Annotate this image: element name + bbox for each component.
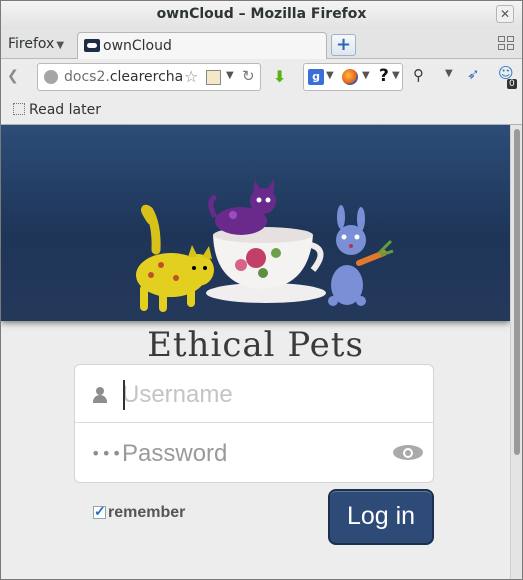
bookmarks-toolbar: Read later [1, 95, 522, 125]
username-field [75, 365, 433, 423]
browser-window: ownCloud – Mozilla Firefox ✕ Firefox ▼ ow… [0, 0, 523, 580]
title-bar: ownCloud – Mozilla Firefox ✕ [1, 1, 522, 29]
bookmark-read-later[interactable]: Read later [13, 102, 101, 118]
chevron-down-icon: ▼ [56, 40, 65, 51]
checkbox-checked-icon[interactable] [93, 503, 106, 520]
chevron-down-icon[interactable]: ▼ [392, 70, 400, 81]
owncloud-favicon-icon [84, 39, 100, 52]
chevron-down-icon[interactable]: ▼ [362, 70, 370, 81]
scrollbar-thumb[interactable] [514, 129, 520, 455]
login-form: ••• [74, 364, 434, 483]
url-prefix: docs2. [64, 69, 110, 85]
google-search-icon[interactable]: g [308, 69, 324, 85]
show-password-eye-icon[interactable] [393, 443, 423, 461]
url-history-chevron-icon[interactable]: ▼ [226, 70, 234, 81]
password-input[interactable] [122, 436, 377, 472]
password-field: ••• [75, 424, 433, 482]
extension-badge: 0 [507, 79, 517, 89]
feed-icon[interactable] [206, 70, 221, 85]
chevron-down-icon[interactable]: ▼ [445, 68, 453, 79]
yellow-cat-figure [136, 204, 214, 312]
globe-icon [44, 70, 58, 84]
purple-cat-figure [208, 179, 276, 235]
tab-owncloud[interactable]: ownCloud [77, 32, 327, 60]
bookmark-label: Read later [29, 102, 101, 118]
chevron-down-icon[interactable]: ▼ [326, 70, 334, 81]
window-title: ownCloud – Mozilla Firefox [156, 6, 367, 22]
brand-title: Ethical Pets [147, 325, 364, 365]
blue-bunny-figure [328, 205, 394, 306]
search-engines-box[interactable]: g ▼ ▼ ? ▼ [303, 63, 403, 91]
ethical-pets-illustration [136, 179, 394, 312]
back-arrow-icon[interactable]: ❮ [7, 68, 19, 84]
url-text[interactable]: docs2.clearerchar [64, 69, 184, 85]
navigation-toolbar: ❮ docs2.clearerchar ☆ ▼ ↻ ⬇ g ▼ ▼ ? ▼ ⚲ … [1, 59, 522, 95]
reload-icon[interactable]: ↻ [242, 67, 255, 85]
new-tab-button[interactable]: + [331, 34, 356, 56]
page-scrollbar[interactable] [510, 125, 522, 579]
password-dots-icon: ••• [91, 444, 123, 463]
cursor-select-icon[interactable]: ➶ [467, 65, 480, 83]
remember-label: remember [108, 504, 186, 521]
page-content: Ethical Pets ••• remember Log in [1, 125, 510, 579]
username-input[interactable] [122, 377, 377, 413]
login-button[interactable]: Log in [328, 489, 434, 545]
user-icon [93, 387, 107, 403]
tab-title: ownCloud [103, 38, 172, 54]
bookmark-star-icon[interactable]: ☆ [184, 67, 198, 86]
help-icon[interactable]: ? [379, 66, 389, 86]
url-host: clearerchar [109, 69, 184, 85]
tab-groups-icon[interactable] [498, 36, 515, 51]
extension-button[interactable]: ☺ 0 [498, 64, 518, 90]
text-caret [123, 380, 125, 410]
firefox-search-icon[interactable] [342, 69, 358, 85]
download-arrow-icon[interactable]: ⬇ [273, 67, 286, 86]
remember-checkbox[interactable]: remember [93, 503, 186, 522]
teacup-figure [206, 227, 326, 303]
firefox-menu-label: Firefox [8, 36, 55, 52]
firefox-menu-button[interactable]: Firefox ▼ [8, 36, 64, 52]
window-close-button[interactable]: ✕ [496, 5, 514, 23]
url-bar[interactable]: docs2.clearerchar ☆ ▼ ↻ [37, 63, 261, 91]
header-banner [1, 125, 510, 321]
bookmark-folder-icon [13, 103, 25, 115]
tab-strip: Firefox ▼ ownCloud + [1, 29, 522, 60]
key-search-icon[interactable]: ⚲ [413, 66, 424, 84]
